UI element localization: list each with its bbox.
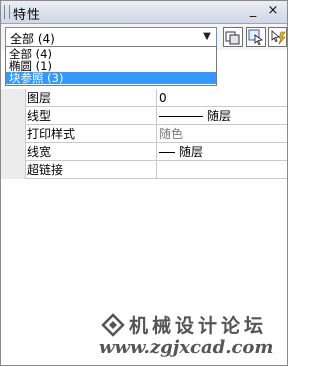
palette-title: 特性 [13, 8, 42, 23]
property-label: 线型 [25, 107, 157, 125]
close-button[interactable]: × [265, 3, 281, 19]
property-value[interactable]: 随色 [157, 125, 287, 143]
category-gutter [1, 89, 26, 179]
property-value[interactable]: 0 [157, 89, 287, 107]
property-row[interactable]: 线宽 随层 [25, 143, 287, 161]
property-label: 超链接 [25, 161, 157, 179]
quick-select-icon [225, 31, 240, 45]
site-watermark: 机械设计论坛 www.zgjxcad.com [1, 301, 289, 367]
select-objects-icon [248, 29, 264, 45]
dropdown-option-block-reference[interactable]: 块参照 (3) [6, 72, 216, 84]
property-row[interactable]: 图层 0 [25, 89, 287, 107]
watermark-title: 机械设计论坛 [129, 315, 268, 337]
property-label: 图层 [25, 89, 157, 107]
toggle-pickadd-button[interactable] [268, 27, 287, 47]
linetype-sample-icon [159, 116, 203, 117]
property-value-linetype[interactable]: 随层 [157, 107, 287, 125]
property-value-lineweight[interactable]: 随层 [157, 143, 287, 161]
drag-grip-icon[interactable] [4, 5, 10, 19]
property-value[interactable] [157, 161, 287, 179]
minimize-button[interactable]: _ [245, 3, 261, 19]
watermark-url: www.zgjxcad.com [99, 337, 274, 358]
property-row[interactable]: 线型 随层 [25, 107, 287, 125]
select-objects-button[interactable] [246, 27, 266, 47]
object-type-combo[interactable]: 全部 (4) ▼ [5, 27, 217, 47]
toggle-pickadd-icon [271, 30, 286, 45]
object-type-dropdown-list[interactable]: 全部 (4) 椭圆 (1) 块参照 (3) [5, 46, 217, 86]
lineweight-value-text: 随层 [179, 145, 204, 159]
linetype-value-text: 随层 [207, 109, 232, 123]
lineweight-sample-icon [159, 152, 175, 153]
property-label: 线宽 [25, 143, 157, 161]
chevron-down-icon[interactable]: ▼ [200, 30, 214, 44]
quick-select-button[interactable] [223, 27, 243, 47]
title-bar[interactable]: 特性 _ × [1, 1, 287, 24]
property-label: 打印样式 [25, 125, 157, 143]
combo-selected-value: 全部 (4) [10, 32, 55, 46]
property-row[interactable]: 打印样式 随色 [25, 125, 287, 143]
properties-palette: 特性 _ × 全部 (4) ▼ 全部 (4) 椭圆 (1) 块参照 (3) 图层… [0, 0, 288, 366]
property-row[interactable]: 超链接 [25, 161, 287, 179]
forum-logo-icon [101, 313, 125, 337]
